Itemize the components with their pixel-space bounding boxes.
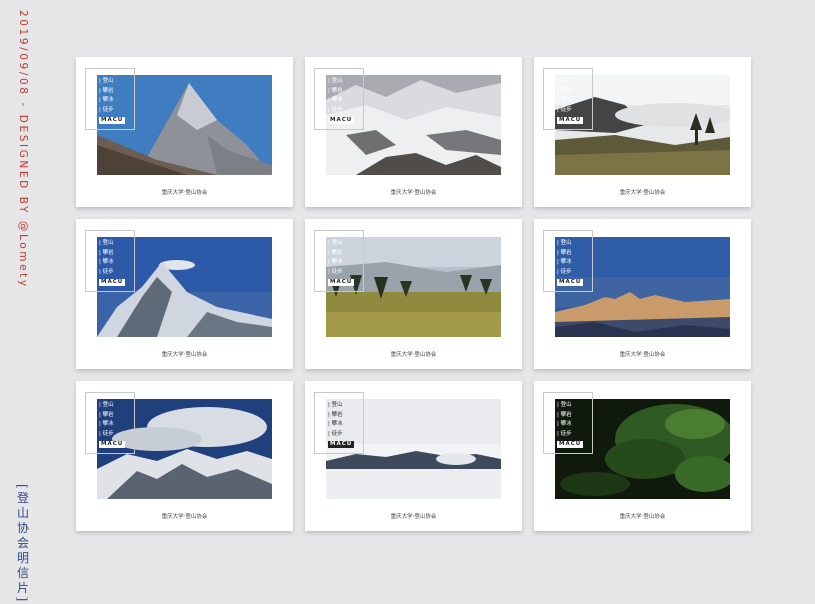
postcard[interactable]: 登山 攀岩 攀冰 徒步 MACU 重庆大学·登山协会 xyxy=(305,57,522,207)
tag-item: 徒步 xyxy=(99,268,125,276)
tag-item: 登山 xyxy=(557,239,583,247)
card-caption: 重庆大学·登山协会 xyxy=(619,514,666,520)
tag-item: 徒步 xyxy=(328,430,354,438)
postcard[interactable]: 登山 攀岩 攀冰 徒步 MACU 重庆大学·登山协会 xyxy=(534,57,751,207)
tag-item: 登山 xyxy=(99,239,125,247)
macu-badge: MACU xyxy=(557,117,584,124)
tag-list: 登山 攀岩 攀冰 徒步 MACU xyxy=(99,77,126,124)
tag-item: 徒步 xyxy=(557,430,583,438)
card-caption: 重庆大学·登山协会 xyxy=(619,352,666,358)
tag-item: 徒步 xyxy=(99,106,125,114)
side-title: 2019/09/08 - DESIGNED BY @Lomety xyxy=(13,10,33,290)
tag-item: 登山 xyxy=(99,401,125,409)
card-caption: 重庆大学·登山协会 xyxy=(390,190,437,196)
tag-item: 攀岩 xyxy=(328,411,354,419)
card-caption: 重庆大学·登山协会 xyxy=(619,190,666,196)
tag-list: 登山 攀岩 攀冰 徒步 MACU xyxy=(99,239,126,286)
tag-item: 登山 xyxy=(328,77,354,85)
tag-item: 登山 xyxy=(99,77,125,85)
tag-item: 攀冰 xyxy=(328,420,354,428)
tag-item: 攀冰 xyxy=(328,96,354,104)
postcard[interactable]: 登山 攀岩 攀冰 徒步 MACU 重庆大学·登山协会 xyxy=(305,219,522,369)
card-caption: 重庆大学·登山协会 xyxy=(390,352,437,358)
tag-item: 攀岩 xyxy=(99,249,125,257)
card-caption: 重庆大学·登山协会 xyxy=(390,514,437,520)
macu-badge: MACU xyxy=(557,441,584,448)
postcard-grid: 登山 攀岩 攀冰 徒步 MACU 重庆大学·登山协会 登山 攀岩 攀冰 徒步 xyxy=(76,57,751,531)
tag-item: 攀冰 xyxy=(99,258,125,266)
postcard[interactable]: 登山 攀岩 攀冰 徒步 MACU 重庆大学·登山协会 xyxy=(76,381,293,531)
tag-item: 攀岩 xyxy=(557,87,583,95)
macu-badge: MACU xyxy=(99,117,126,124)
tag-item: 登山 xyxy=(328,401,354,409)
tag-item: 攀冰 xyxy=(557,96,583,104)
tag-item: 攀岩 xyxy=(99,411,125,419)
macu-badge: MACU xyxy=(557,279,584,286)
tag-item: 登山 xyxy=(328,239,354,247)
tag-list: 登山 攀岩 攀冰 徒步 MACU xyxy=(99,401,126,448)
tag-list: 登山 攀岩 攀冰 徒步 MACU xyxy=(328,401,355,448)
tag-item: 攀岩 xyxy=(557,411,583,419)
tag-item: 徒步 xyxy=(328,106,354,114)
tag-item: 攀岩 xyxy=(557,249,583,257)
tag-item: 攀冰 xyxy=(557,420,583,428)
tag-item: 徒步 xyxy=(99,430,125,438)
postcard[interactable]: 登山 攀岩 攀冰 徒步 MACU 重庆大学·登山协会 xyxy=(76,57,293,207)
card-caption: 重庆大学·登山协会 xyxy=(161,514,208,520)
tag-list: 登山 攀岩 攀冰 徒步 MACU xyxy=(557,77,584,124)
tag-item: 登山 xyxy=(557,77,583,85)
macu-badge: MACU xyxy=(328,279,355,286)
postcard[interactable]: 登山 攀岩 攀冰 徒步 MACU 重庆大学·登山协会 xyxy=(534,219,751,369)
tag-item: 攀冰 xyxy=(328,258,354,266)
tag-list: 登山 攀岩 攀冰 徒步 MACU xyxy=(328,239,355,286)
side-subtitle: [登山协会明信片] xyxy=(13,484,33,604)
tag-item: 徒步 xyxy=(557,268,583,276)
tag-item: 攀冰 xyxy=(99,420,125,428)
card-caption: 重庆大学·登山协会 xyxy=(161,352,208,358)
tag-list: 登山 攀岩 攀冰 徒步 MACU xyxy=(557,239,584,286)
side-subtitle-text: [登山协会明信片] xyxy=(15,484,30,604)
tag-list: 登山 攀岩 攀冰 徒步 MACU xyxy=(328,77,355,124)
macu-badge: MACU xyxy=(99,279,126,286)
side-title-text: 2019/09/08 - DESIGNED BY @Lomety xyxy=(17,10,29,289)
tag-item: 徒步 xyxy=(328,268,354,276)
macu-badge: MACU xyxy=(99,441,126,448)
postcard[interactable]: 登山 攀岩 攀冰 徒步 MACU 重庆大学·登山协会 xyxy=(534,381,751,531)
tag-item: 攀岩 xyxy=(99,87,125,95)
postcard[interactable]: 登山 攀岩 攀冰 徒步 MACU 重庆大学·登山协会 xyxy=(305,381,522,531)
macu-badge: MACU xyxy=(328,117,355,124)
tag-item: 徒步 xyxy=(557,106,583,114)
tag-item: 攀岩 xyxy=(328,87,354,95)
tag-list: 登山 攀岩 攀冰 徒步 MACU xyxy=(557,401,584,448)
tag-item: 攀冰 xyxy=(99,96,125,104)
macu-badge: MACU xyxy=(328,441,355,448)
tag-item: 攀冰 xyxy=(557,258,583,266)
card-caption: 重庆大学·登山协会 xyxy=(161,190,208,196)
tag-item: 攀岩 xyxy=(328,249,354,257)
postcard[interactable]: 登山 攀岩 攀冰 徒步 MACU 重庆大学·登山协会 xyxy=(76,219,293,369)
tag-item: 登山 xyxy=(557,401,583,409)
